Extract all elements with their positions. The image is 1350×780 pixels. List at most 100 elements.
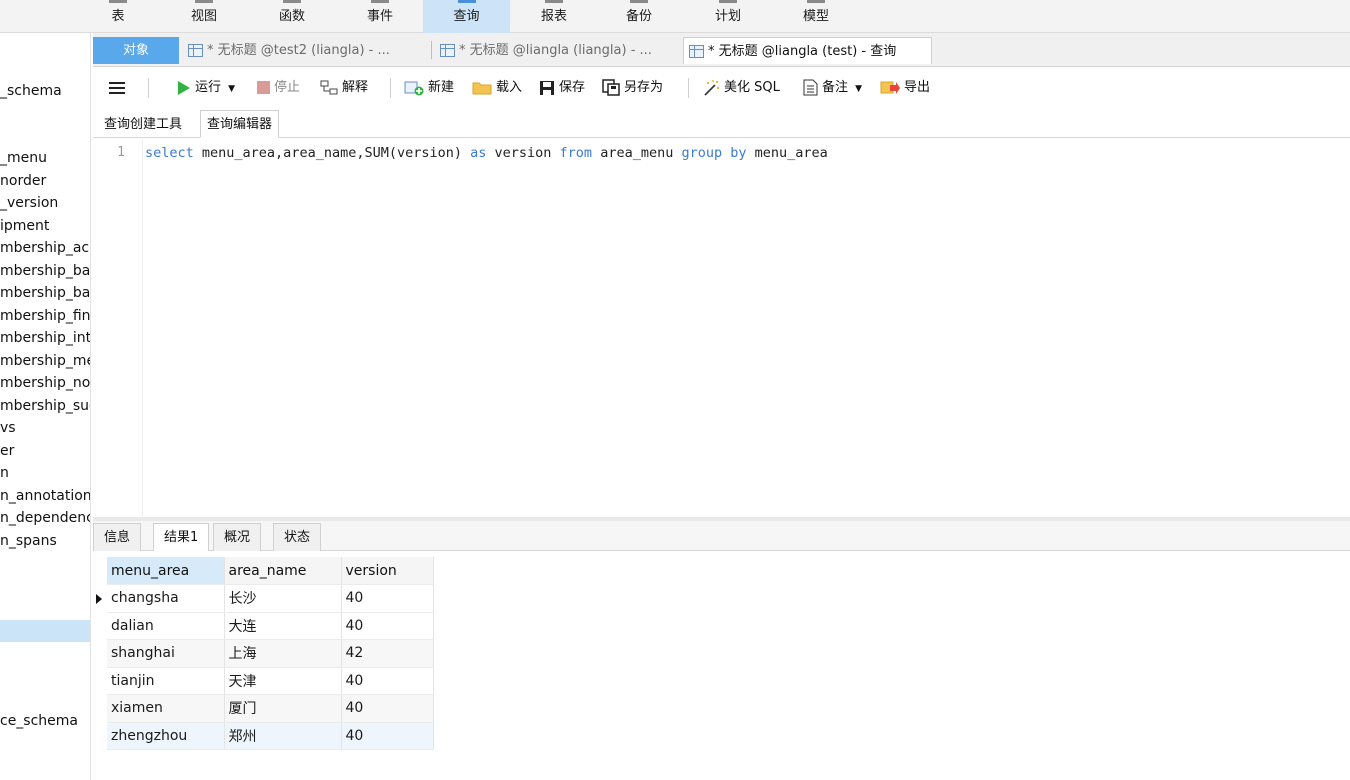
tab-status[interactable]: 状态 bbox=[273, 523, 322, 551]
tree-item[interactable]: ipment bbox=[0, 215, 49, 237]
table-cell[interactable]: changsha bbox=[96, 584, 225, 613]
table-cell[interactable]: 厦门 bbox=[224, 694, 342, 723]
table-cell[interactable]: tianjin bbox=[107, 667, 225, 695]
tree-item[interactable]: mbership_me bbox=[0, 350, 90, 372]
table-row[interactable]: shanghai 上海 42 bbox=[107, 639, 434, 668]
tree-item[interactable]: _menu bbox=[0, 147, 47, 169]
tab-query-test-active[interactable]: * 无标题 @liangla (test) - 查询 bbox=[683, 37, 932, 64]
note-icon bbox=[803, 79, 818, 96]
sql-keyword: by bbox=[730, 145, 747, 161]
tree-item[interactable]: er bbox=[0, 440, 14, 462]
tree-item[interactable]: mbership_fin bbox=[0, 305, 90, 327]
tree-item[interactable]: mbership_acc bbox=[0, 237, 90, 259]
chevron-down-icon[interactable]: ▼ bbox=[855, 84, 862, 94]
table-cell[interactable]: 40 bbox=[341, 584, 434, 613]
run-button[interactable]: 运行 ▼ bbox=[177, 77, 235, 99]
tree-item[interactable]: ce_schema bbox=[0, 710, 78, 732]
toolbar-separator bbox=[688, 78, 689, 98]
save-as-button[interactable]: 另存为 bbox=[602, 77, 663, 99]
tab-overview[interactable]: 概况 bbox=[213, 523, 262, 551]
export-button[interactable]: 导出 bbox=[880, 77, 930, 99]
table-row[interactable]: xiamen 厦门 40 bbox=[107, 694, 434, 723]
tree-item[interactable]: vs bbox=[0, 417, 16, 439]
chevron-down-icon[interactable]: ▼ bbox=[228, 84, 235, 94]
explain-icon bbox=[320, 80, 338, 94]
document-tabs: 对象 * 无标题 @test2 (liangla) - ... * 无标题 @l… bbox=[93, 33, 1350, 67]
table-cell[interactable]: 40 bbox=[341, 722, 434, 750]
ribbon-function[interactable]: 函数 bbox=[268, 0, 316, 33]
stop-button[interactable]: 停止 bbox=[257, 77, 300, 99]
tree-item[interactable]: n_spans bbox=[0, 530, 57, 552]
load-button[interactable]: 载入 bbox=[472, 77, 522, 99]
ribbon-query[interactable]: 查询 bbox=[423, 0, 510, 33]
ribbon-schedule[interactable]: 计划 bbox=[704, 0, 752, 33]
sql-code-line[interactable]: select menu_area,area_name,SUM(version) … bbox=[145, 145, 828, 161]
table-header-row: menu_area area_name version bbox=[107, 557, 434, 585]
sql-keyword: from bbox=[559, 145, 593, 161]
table-cell[interactable]: xiamen bbox=[107, 694, 225, 723]
tree-item[interactable]: mbership_ba bbox=[0, 260, 90, 282]
table-cell[interactable]: 上海 bbox=[224, 639, 342, 668]
toolbar-separator bbox=[390, 78, 391, 98]
menu-button[interactable] bbox=[109, 77, 129, 99]
tab-info[interactable]: 信息 bbox=[93, 523, 142, 551]
explain-button[interactable]: 解释 bbox=[320, 77, 368, 99]
column-header[interactable]: version bbox=[341, 557, 434, 585]
ribbon-model[interactable]: 模型 bbox=[792, 0, 840, 33]
tree-item[interactable]: n_annotation bbox=[0, 485, 90, 507]
save-icon bbox=[540, 80, 554, 95]
tree-item[interactable]: mbership_ba bbox=[0, 282, 90, 304]
column-header[interactable]: area_name bbox=[224, 557, 342, 585]
tab-query-editor[interactable]: 查询编辑器 bbox=[200, 110, 280, 138]
ribbon-view[interactable]: 视图 bbox=[180, 0, 228, 33]
new-button[interactable]: 新建 bbox=[404, 77, 454, 99]
table-cell[interactable]: zhengzhou bbox=[107, 722, 225, 750]
table-cell[interactable]: 40 bbox=[341, 694, 434, 723]
tree-item[interactable]: norder bbox=[0, 170, 46, 192]
tab-query-test2[interactable]: * 无标题 @test2 (liangla) - ... bbox=[183, 37, 423, 64]
event-icon bbox=[371, 0, 389, 3]
tab-query-builder[interactable]: 查询创建工具 bbox=[97, 110, 189, 138]
table-cell[interactable]: 40 bbox=[341, 667, 434, 695]
main-ribbon: 表 视图 函数 事件 查询 报表 备份 计划 模型 bbox=[0, 0, 1350, 33]
beautify-sql-button[interactable]: 美化 SQL bbox=[702, 77, 780, 99]
sql-keyword: as bbox=[470, 145, 487, 161]
table-cell[interactable]: 天津 bbox=[224, 667, 342, 695]
tree-item[interactable]: _schema bbox=[0, 80, 62, 102]
table-cell[interactable]: dalian bbox=[107, 612, 225, 640]
table-row[interactable]: tianjin 天津 40 bbox=[107, 667, 434, 695]
table-row[interactable]: zhengzhou 郑州 40 bbox=[107, 722, 434, 750]
ribbon-event[interactable]: 事件 bbox=[356, 0, 404, 33]
query-icon bbox=[457, 0, 476, 3]
table-cell[interactable]: 郑州 bbox=[224, 722, 342, 750]
sql-editor[interactable]: 1 select menu_area,area_name,SUM(version… bbox=[93, 139, 1350, 517]
table-cell[interactable]: 40 bbox=[341, 612, 434, 640]
schedule-icon bbox=[719, 0, 737, 3]
column-header[interactable]: menu_area bbox=[107, 557, 225, 585]
comment-button[interactable]: 备注 ▼ bbox=[803, 77, 862, 99]
sql-keyword: group bbox=[681, 145, 723, 161]
tree-item[interactable]: mbership_no bbox=[0, 372, 90, 394]
ribbon-backup[interactable]: 备份 bbox=[615, 0, 663, 33]
tree-item[interactable]: mbership_sug bbox=[0, 395, 90, 417]
ribbon-table[interactable]: 表 bbox=[98, 0, 138, 33]
tree-item[interactable]: n_dependenc bbox=[0, 507, 90, 529]
table-cell[interactable]: 长沙 bbox=[224, 584, 342, 613]
table-row[interactable]: changsha 长沙 40 bbox=[96, 584, 434, 613]
table-row[interactable]: dalian 大连 40 bbox=[107, 612, 434, 640]
table-cell[interactable]: 大连 bbox=[224, 612, 342, 640]
tree-item[interactable]: _version bbox=[0, 192, 58, 214]
table-cell[interactable]: shanghai bbox=[107, 639, 225, 668]
tree-item[interactable]: mbership_int bbox=[0, 327, 90, 349]
tab-result1[interactable]: 结果1 bbox=[153, 523, 210, 552]
tree-item[interactable]: n bbox=[0, 462, 9, 484]
table-cell[interactable]: 42 bbox=[341, 639, 434, 668]
tab-query-liangla[interactable]: * 无标题 @liangla (liangla) - ... bbox=[435, 37, 679, 64]
line-number: 1 bbox=[117, 145, 125, 160]
save-as-icon bbox=[602, 79, 620, 96]
model-icon bbox=[807, 0, 825, 3]
tab-objects[interactable]: 对象 bbox=[93, 37, 179, 64]
save-button[interactable]: 保存 bbox=[539, 77, 585, 99]
ribbon-report[interactable]: 报表 bbox=[530, 0, 578, 33]
tree-selected-row[interactable] bbox=[0, 620, 90, 642]
